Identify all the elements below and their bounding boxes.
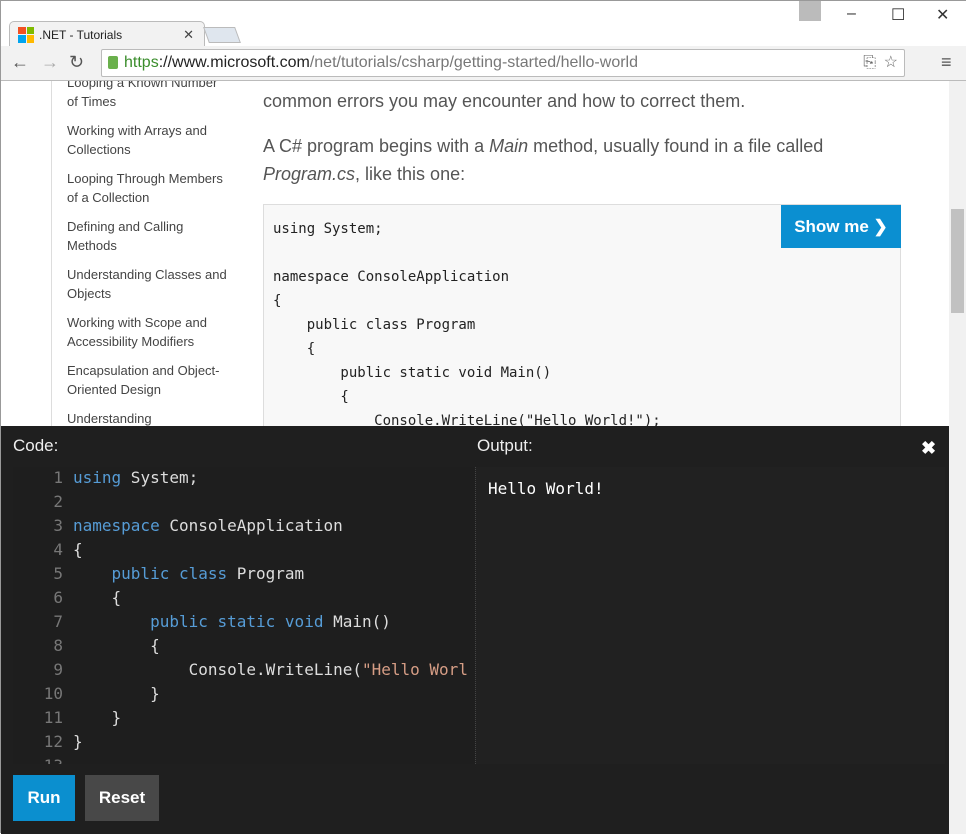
sidebar-item[interactable]: Understanding Classes and Objects: [67, 265, 227, 303]
code-runner-panel: Code: Output: ✖ 1 using System; 2 3 namespac…: [1, 426, 949, 834]
code-token: ConsoleApplication: [159, 516, 343, 535]
sidebar-item[interactable]: Encapsulation and Object-Oriented Design: [67, 361, 227, 399]
line-number: 10: [43, 684, 63, 703]
run-button[interactable]: Run: [13, 775, 75, 821]
code-token: Console.WriteLine(: [73, 660, 362, 679]
code-line: Console.WriteLine("Hello Worl: [73, 660, 468, 679]
url-host: ://www.microsoft.com: [158, 54, 310, 71]
code-token: {: [73, 540, 83, 559]
line-number: 9: [53, 660, 63, 679]
code-token: namespace: [73, 516, 160, 535]
line-number: 4: [53, 540, 63, 559]
title-bar: .NET - Tutorials ✕ – ☐ ✕: [1, 1, 966, 47]
line-number: 13: [13, 756, 63, 764]
line-number: 11: [43, 708, 63, 727]
bookmark-star-icon[interactable]: ☆: [884, 50, 898, 76]
code-line: }: [73, 684, 160, 703]
code-token: }: [73, 708, 122, 727]
sidebar-item[interactable]: Working with Arrays and Collections: [67, 121, 227, 159]
text: A C# program begins with a: [263, 136, 490, 156]
line-number: 1: [53, 468, 63, 487]
lock-icon: [108, 56, 118, 69]
line-number: 6: [53, 588, 63, 607]
code-token: using: [73, 468, 122, 487]
paragraph: common errors you may encounter and how …: [263, 91, 746, 111]
text: method, usually found in a file called: [528, 136, 824, 156]
url-scheme: https: [124, 54, 159, 71]
close-icon[interactable]: ✖: [921, 438, 936, 459]
code-line: public static void Main(): [73, 612, 391, 631]
sidebar-item[interactable]: Looping a Known Number of Times: [67, 81, 227, 111]
show-me-button[interactable]: Show me ❯: [781, 205, 901, 248]
page-scrollbar[interactable]: [949, 81, 966, 834]
microsoft-logo-icon: [18, 26, 34, 43]
code-line: using System;: [73, 468, 198, 487]
output-label: Output:: [477, 436, 533, 455]
code-line: namespace ConsoleApplication: [73, 516, 343, 535]
code-label: Code:: [13, 436, 59, 455]
window-close-icon[interactable]: ✕: [936, 5, 949, 25]
text: Main: [489, 136, 529, 156]
line-number: 12: [43, 732, 63, 751]
text: Program.cs: [263, 164, 356, 184]
code-editor[interactable]: 1 using System; 2 3 namespace ConsoleApplica…: [13, 467, 475, 764]
scrollbar-thumb[interactable]: [951, 209, 964, 313]
text: , like this one:: [355, 164, 466, 184]
sidebar: Looping a Known Number of Times Working …: [51, 81, 231, 426]
translate-icon[interactable]: ⎘: [863, 50, 876, 76]
line-number: 3: [53, 516, 63, 535]
menu-icon[interactable]: ≡: [941, 52, 952, 73]
code-line: {: [73, 540, 83, 559]
code-token: Main(): [323, 612, 391, 631]
code-line: {: [73, 636, 160, 655]
code-token: "Hello Worl: [361, 660, 468, 679]
code-token: Program: [227, 564, 305, 583]
browser-toolbar: ← → ↻ https://www.microsoft.com/net/tuto…: [1, 46, 966, 81]
line-number: 7: [53, 612, 63, 631]
sidebar-item[interactable]: Understanding: [67, 409, 227, 426]
code-token: {: [73, 636, 160, 655]
paragraph: A C# program begins with a Main method, …: [263, 132, 883, 188]
code-line: {: [73, 588, 122, 607]
code-line: public class Program: [73, 564, 305, 583]
sidebar-item[interactable]: Looping Through Members of a Collection: [67, 169, 227, 207]
back-icon[interactable]: ←: [11, 52, 29, 73]
code-token: System;: [121, 468, 199, 487]
reload-icon[interactable]: ↻: [69, 52, 84, 73]
code-token: public class: [73, 564, 228, 583]
maximize-icon[interactable]: ☐: [891, 5, 905, 25]
new-tab-button[interactable]: [203, 27, 241, 43]
code-line: }: [73, 732, 83, 751]
sidebar-item[interactable]: Defining and Calling Methods: [67, 217, 227, 255]
line-number: 2: [53, 492, 63, 511]
url-path: /net/tutorials/csharp/getting-started/he…: [309, 54, 638, 71]
tab-title: .NET - Tutorials: [39, 27, 123, 42]
forward-icon[interactable]: →: [41, 52, 59, 73]
browser-tab[interactable]: .NET - Tutorials ✕: [9, 21, 205, 47]
code-token: {: [73, 588, 122, 607]
tab-close-icon[interactable]: ✕: [183, 27, 194, 43]
line-number: 5: [53, 564, 63, 583]
code-token: public static void: [73, 612, 324, 631]
output-panel: Hello World!: [475, 467, 945, 764]
code-token: }: [73, 684, 160, 703]
address-bar[interactable]: https://www.microsoft.com/net/tutorials/…: [101, 49, 905, 77]
sidebar-item[interactable]: Working with Scope and Accessibility Mod…: [67, 313, 227, 351]
line-number: 8: [53, 636, 63, 655]
reset-button[interactable]: Reset: [85, 775, 159, 821]
code-line: }: [73, 708, 122, 727]
page-content: Looping a Known Number of Times Working …: [1, 81, 949, 426]
code-token: }: [73, 732, 83, 751]
minimize-icon[interactable]: –: [847, 5, 856, 23]
profile-icon[interactable]: [799, 1, 821, 21]
